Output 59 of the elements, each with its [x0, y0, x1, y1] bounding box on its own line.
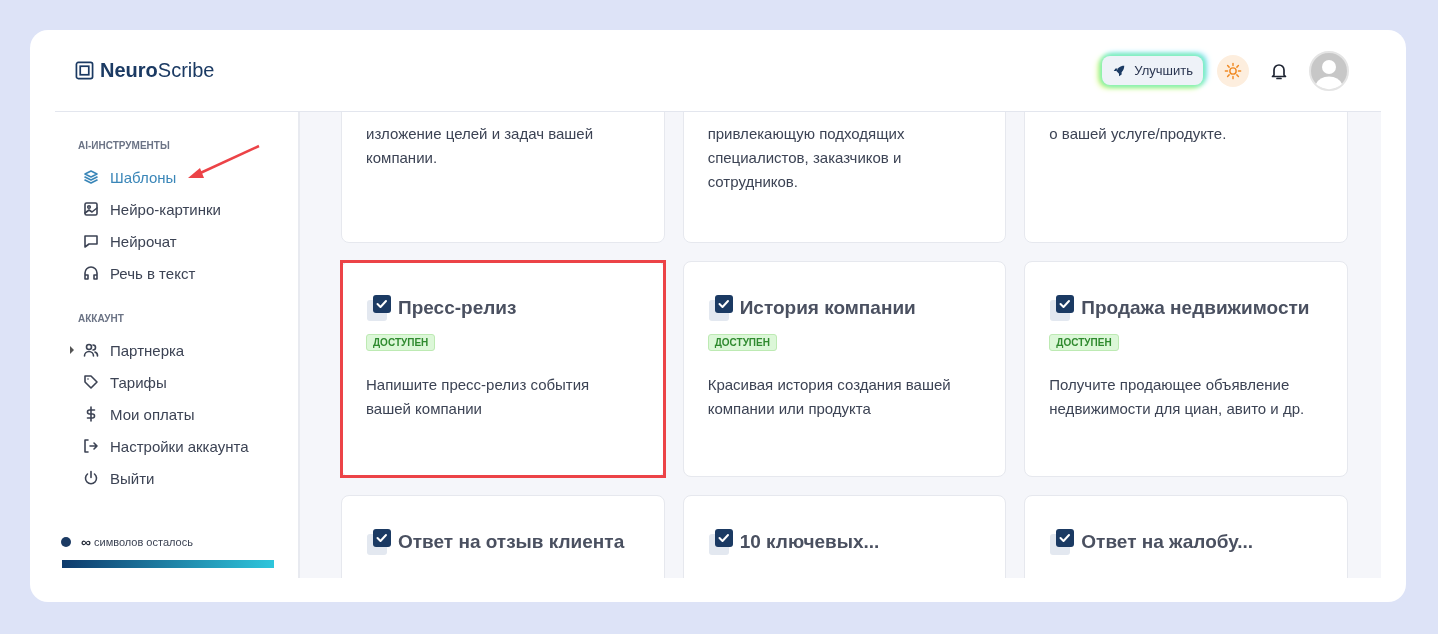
status-dot [61, 537, 71, 547]
card-description: Напишите пресс-релиз события вашей компании [366, 375, 591, 419]
caret-icon[interactable] [70, 346, 74, 354]
template-card[interactable]: Ответ на жалобу... [1024, 495, 1348, 578]
checked-document-icon [707, 294, 734, 322]
headphones-icon [83, 265, 99, 281]
power-icon [83, 470, 99, 486]
template-card[interactable]: История компании ДОСТУПЕН Красивая история создания вашей компании или продукта [682, 261, 1007, 477]
template-card[interactable]: изложение целей и задач вашей компании. [341, 112, 665, 243]
image-icon [83, 201, 99, 217]
symbols-label: символов осталось [94, 536, 193, 548]
logo-icon [75, 61, 94, 80]
sidebar-item[interactable]: Партнерка [55, 334, 274, 366]
section-heading: AI-ИНСТРУМЕНТЫ [78, 140, 171, 151]
checked-document-icon [707, 528, 734, 556]
card-description: Получите продающее объявление недвижимости для циан, авито и др. [1049, 375, 1306, 419]
sidebar-item[interactable]: Речь в текст [55, 257, 274, 289]
status-badge: ДОСТУПЕН [1049, 334, 1119, 351]
tag-icon [83, 374, 99, 390]
users-icon [83, 342, 99, 358]
card-description: изложение целей и задач вашей компании. [366, 124, 595, 168]
card-title: Ответ на отзыв клиента [398, 531, 625, 553]
symbols-count: ∞ [81, 534, 91, 550]
card-description: о вашей услуге/продукте. [1049, 124, 1228, 144]
checked-document-icon [1049, 294, 1076, 322]
sidebar-item[interactable]: Мои оплаты [55, 398, 274, 430]
sidebar-item[interactable]: Нейро-картинки [55, 193, 274, 225]
sidebar-item[interactable]: Тарифы [55, 366, 274, 398]
sidebar-item[interactable]: Нейрочат [55, 225, 274, 257]
card-title: Пресс-релиз [398, 297, 517, 319]
theme-toggle-button[interactable] [1217, 54, 1249, 87]
template-card[interactable]: Ответ на отзыв клиента [341, 495, 665, 578]
sidebar-item[interactable]: Шаблоны [55, 161, 274, 193]
card-title: Ответ на жалобу... [1081, 531, 1253, 553]
card-title: История компании [739, 297, 916, 319]
sun-icon [1224, 61, 1242, 80]
template-card[interactable]: Пресс-релиз ДОСТУПЕН Напишите пресс-релиз события вашей компании [341, 261, 665, 477]
template-card[interactable]: о вашей услуге/продукте. [1024, 112, 1348, 243]
checked-document-icon [366, 294, 392, 322]
sidebar-item[interactable]: Выйти [55, 462, 274, 494]
checked-document-icon [1049, 528, 1076, 556]
section-heading: АККАУНТ [78, 313, 125, 324]
status-badge: ДОСТУПЕН [366, 334, 436, 351]
rocket-icon [1112, 63, 1127, 78]
sidebar-item[interactable]: Настройки аккаунта [55, 430, 274, 462]
upgrade-button[interactable]: Улучшить [1102, 56, 1203, 85]
template-card[interactable]: 10 ключевых... [682, 495, 1007, 578]
card-description: Красивая история создания вашей компании или продукта [707, 375, 952, 419]
layers-icon [83, 169, 99, 185]
exit-icon [83, 438, 99, 454]
template-card[interactable]: привлекающую подходящих специалистов, заказчиков и сотрудников. [682, 112, 1007, 243]
card-title: Продажа недвижимости [1081, 297, 1310, 319]
card-title: 10 ключевых... [739, 531, 880, 553]
checked-document-icon [366, 528, 392, 556]
template-card[interactable]: Продажа недвижимости ДОСТУПЕН Получите продающее объявление недвижимости для циан, авито и др. [1024, 261, 1348, 477]
card-description: привлекающую подходящих специалистов, заказчиков и сотрудников. [707, 124, 906, 192]
status-badge: ДОСТУПЕН [707, 334, 777, 351]
logo-text: NeuroScribe [100, 59, 215, 82]
chat-icon [83, 233, 99, 249]
